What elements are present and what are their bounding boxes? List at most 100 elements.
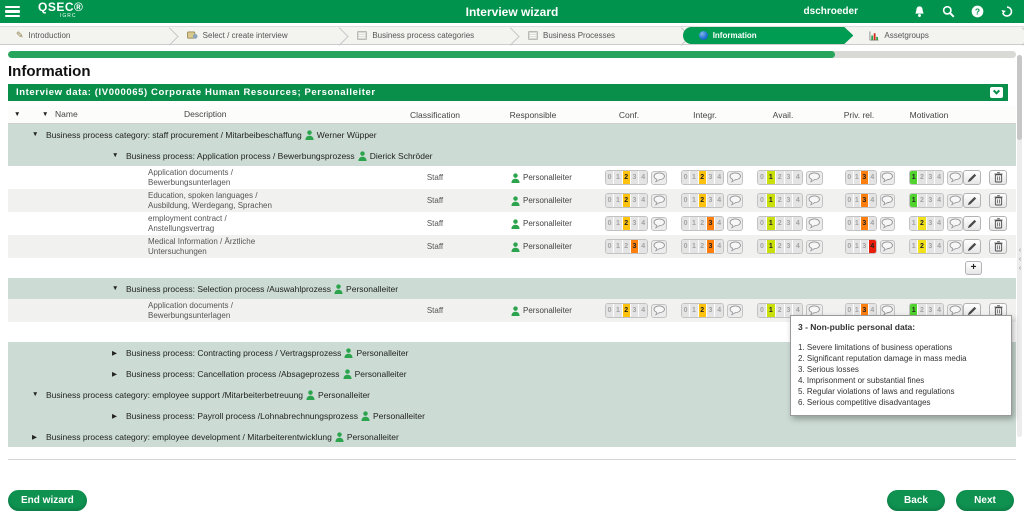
rating-cell-conf-2[interactable]: 2: [622, 217, 631, 230]
rating-cell-conf-3[interactable]: 3: [630, 304, 640, 317]
rating-cell-priv-0[interactable]: 0: [846, 217, 854, 230]
rating-cell-motiv-3[interactable]: 3: [926, 171, 935, 184]
rating-cell-priv-1[interactable]: 1: [853, 194, 862, 207]
rating-cell-avail-3[interactable]: 3: [784, 240, 794, 253]
step-business-processes[interactable]: Business Processes: [512, 27, 683, 44]
rating-cell-priv-0[interactable]: 0: [846, 194, 854, 207]
rating-cell-integr-4[interactable]: 4: [715, 171, 724, 184]
delete-button[interactable]: [989, 216, 1007, 231]
rating-cell-conf-1[interactable]: 1: [614, 240, 623, 253]
comment-icon[interactable]: [651, 216, 667, 231]
rating-cell-avail-3[interactable]: 3: [784, 171, 794, 184]
comment-icon[interactable]: [651, 303, 667, 318]
rating-cell-integr-1[interactable]: 1: [690, 240, 699, 253]
rating-cell-avail-2[interactable]: 2: [775, 240, 785, 253]
rating-cell-integr-2[interactable]: 2: [698, 240, 707, 253]
rating-cell-avail-1[interactable]: 1: [766, 171, 776, 184]
edit-button[interactable]: [963, 170, 981, 185]
rating-cell-avail-2[interactable]: 2: [775, 194, 785, 207]
add-row-button[interactable]: +: [965, 261, 982, 275]
header-avail[interactable]: Avail.: [743, 110, 823, 120]
rating-cell-avail-1[interactable]: 1: [766, 304, 776, 317]
rating-cell-avail-4[interactable]: 4: [793, 240, 803, 253]
rating-cell-motiv-2[interactable]: 2: [918, 217, 927, 230]
rating-cell-integr-3[interactable]: 3: [706, 194, 716, 207]
rating-cell-motiv-1[interactable]: 1: [910, 217, 919, 230]
rating-cell-conf-3[interactable]: 3: [630, 240, 640, 253]
rating-cell-integr-4[interactable]: 4: [715, 304, 724, 317]
column-filter-icon[interactable]: ▼: [14, 110, 20, 120]
rating-cell-motiv-3[interactable]: 3: [926, 240, 935, 253]
rating-cell-integr-2[interactable]: 2: [698, 304, 707, 317]
expand-arrow-icon[interactable]: ▶: [112, 412, 122, 420]
rating-cell-priv-1[interactable]: 1: [853, 240, 862, 253]
comment-icon[interactable]: [947, 170, 963, 185]
rating-cell-priv-3[interactable]: 3: [861, 217, 869, 230]
rating-cell-avail-1[interactable]: 1: [766, 194, 776, 207]
comment-icon[interactable]: [727, 303, 743, 318]
comment-icon[interactable]: [651, 170, 667, 185]
rating-cell-conf-4[interactable]: 4: [639, 240, 648, 253]
rating-cell-motiv-2[interactable]: 2: [918, 171, 927, 184]
end-wizard-button[interactable]: End wizard: [8, 490, 87, 511]
rating-cell-motiv-4[interactable]: 4: [934, 171, 944, 184]
rating-cell-integr-4[interactable]: 4: [715, 217, 724, 230]
rating-cell-priv-1[interactable]: 1: [853, 217, 862, 230]
rating-cell-avail-4[interactable]: 4: [793, 217, 803, 230]
rating-cell-priv-3[interactable]: 3: [861, 171, 869, 184]
rating-cell-conf-0[interactable]: 0: [606, 304, 615, 317]
comment-icon[interactable]: [727, 216, 743, 231]
rating-cell-integr-0[interactable]: 0: [682, 240, 691, 253]
rating-cell-motiv-4[interactable]: 4: [934, 194, 944, 207]
rating-cell-conf-1[interactable]: 1: [614, 194, 623, 207]
delete-button[interactable]: [989, 193, 1007, 208]
rating-cell-integr-2[interactable]: 2: [698, 217, 707, 230]
rating-cell-avail-4[interactable]: 4: [793, 171, 803, 184]
rating-cell-avail-4[interactable]: 4: [793, 194, 803, 207]
rating-cell-avail-1[interactable]: 1: [766, 217, 776, 230]
rating-cell-avail-2[interactable]: 2: [775, 171, 785, 184]
header-conf[interactable]: Conf.: [591, 110, 667, 120]
rating-cell-conf-4[interactable]: 4: [639, 194, 648, 207]
edit-button[interactable]: [963, 239, 981, 254]
comment-icon[interactable]: [880, 193, 895, 208]
expand-arrow-icon[interactable]: ▶: [32, 433, 42, 441]
comment-icon[interactable]: [806, 170, 823, 185]
rating-cell-avail-3[interactable]: 3: [784, 217, 794, 230]
collapse-arrow-icon[interactable]: ▼: [32, 391, 42, 398]
comment-icon[interactable]: [651, 239, 667, 254]
delete-button[interactable]: [989, 239, 1007, 254]
step-introduction[interactable]: ✎ Introduction: [0, 27, 171, 44]
rating-cell-avail-3[interactable]: 3: [784, 194, 794, 207]
rating-cell-conf-0[interactable]: 0: [606, 194, 615, 207]
collapse-arrow-icon[interactable]: ▼: [112, 152, 122, 159]
header-integr[interactable]: Integr.: [667, 110, 743, 120]
rating-cell-integr-1[interactable]: 1: [690, 171, 699, 184]
rating-cell-conf-0[interactable]: 0: [606, 240, 615, 253]
bell-icon[interactable]: [912, 4, 927, 19]
rating-cell-avail-0[interactable]: 0: [758, 304, 767, 317]
comment-icon[interactable]: [880, 216, 895, 231]
rating-cell-priv-1[interactable]: 1: [853, 171, 862, 184]
rating-cell-avail-2[interactable]: 2: [775, 217, 785, 230]
rating-cell-integr-0[interactable]: 0: [682, 217, 691, 230]
rating-cell-conf-4[interactable]: 4: [639, 304, 648, 317]
rating-cell-conf-3[interactable]: 3: [630, 194, 640, 207]
comment-icon[interactable]: [806, 239, 823, 254]
rating-cell-integr-2[interactable]: 2: [698, 171, 707, 184]
rating-cell-integr-0[interactable]: 0: [682, 194, 691, 207]
collapse-section-icon[interactable]: [990, 87, 1003, 98]
rating-cell-motiv-2[interactable]: 2: [918, 194, 927, 207]
rating-cell-conf-1[interactable]: 1: [614, 217, 623, 230]
panel-collapse-handle[interactable]: ‹ ‹ ‹: [1016, 246, 1024, 273]
rating-cell-integr-3[interactable]: 3: [706, 304, 716, 317]
comment-icon[interactable]: [651, 193, 667, 208]
step-assetgroups[interactable]: Assetgroups: [853, 27, 1024, 44]
rating-cell-priv-4[interactable]: 4: [868, 194, 876, 207]
comment-icon[interactable]: [806, 216, 823, 231]
comment-icon[interactable]: [727, 170, 743, 185]
rating-cell-conf-3[interactable]: 3: [630, 171, 640, 184]
rating-cell-conf-2[interactable]: 2: [622, 304, 631, 317]
rating-cell-priv-4[interactable]: 4: [868, 240, 876, 253]
rating-cell-priv-3[interactable]: 3: [861, 194, 869, 207]
